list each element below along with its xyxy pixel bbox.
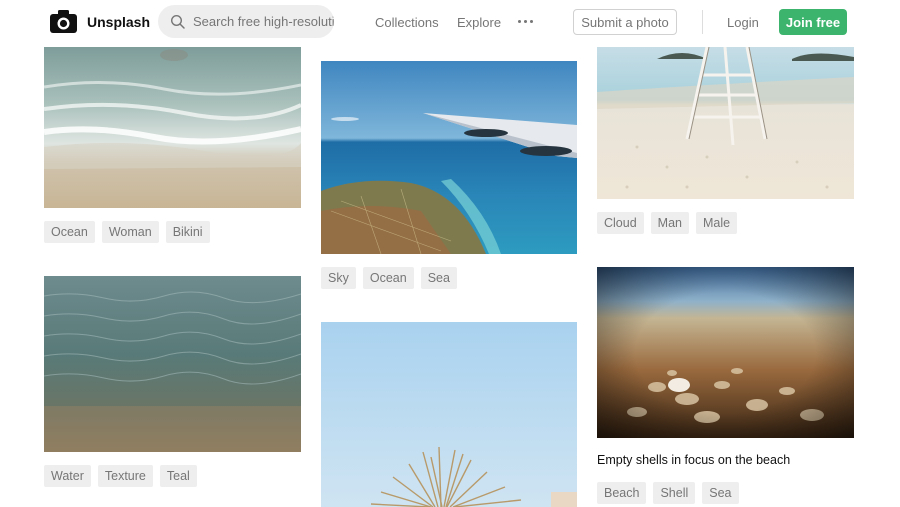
search-bar[interactable] — [158, 5, 334, 38]
photo-beach-shells[interactable] — [597, 267, 854, 438]
top-navigation: Unsplash Collections Explore Submit a ph… — [0, 0, 900, 44]
tags-water: Water Texture Teal — [44, 465, 197, 487]
search-input[interactable] — [193, 5, 334, 38]
water-texture-image — [44, 276, 301, 452]
photo-palm-sky[interactable] — [321, 322, 577, 507]
tag-woman[interactable]: Woman — [101, 221, 159, 243]
tags-shoreline: Ocean Woman Bikini — [44, 221, 210, 243]
tag-texture[interactable]: Texture — [97, 465, 153, 487]
photo-water-texture[interactable] — [44, 276, 301, 452]
join-free-button[interactable]: Join free — [779, 9, 847, 35]
unsplash-camera-logo-icon[interactable] — [50, 10, 77, 33]
photo-lifeguard-beach[interactable] — [597, 47, 854, 199]
airplane-wing-image — [321, 61, 577, 254]
nav-explore[interactable]: Explore — [457, 15, 501, 30]
more-menu-icon[interactable] — [518, 14, 536, 28]
tags-shells: Beach Shell Sea — [597, 482, 739, 504]
ocean-shoreline-image — [44, 47, 301, 208]
photo-caption-shells: Empty shells in focus on the beach — [597, 453, 791, 467]
nav-collections[interactable]: Collections — [375, 15, 439, 30]
tags-wing: Sky Ocean Sea — [321, 267, 457, 289]
palm-sky-image — [321, 322, 577, 507]
tag-beach[interactable]: Beach — [597, 482, 647, 504]
tag-sea[interactable]: Sea — [702, 482, 739, 504]
lifeguard-beach-image — [597, 47, 854, 199]
tags-lifeguard: Cloud Man Male — [597, 212, 738, 234]
tag-water[interactable]: Water — [44, 465, 91, 487]
tag-shell[interactable]: Shell — [653, 482, 696, 504]
beach-shells-image — [597, 267, 854, 438]
tag-cloud[interactable]: Cloud — [597, 212, 644, 234]
photo-airplane-wing[interactable] — [321, 61, 577, 254]
tag-sky[interactable]: Sky — [321, 267, 356, 289]
brand-name[interactable]: Unsplash — [87, 14, 150, 30]
photo-ocean-shoreline[interactable] — [44, 47, 301, 208]
tag-ocean[interactable]: Ocean — [44, 221, 95, 243]
tag-sea[interactable]: Sea — [420, 267, 457, 289]
tag-bikini[interactable]: Bikini — [165, 221, 210, 243]
submit-photo-button[interactable]: Submit a photo — [573, 9, 677, 35]
header-divider — [702, 10, 703, 34]
tag-man[interactable]: Man — [650, 212, 689, 234]
tag-teal[interactable]: Teal — [159, 465, 197, 487]
login-link[interactable]: Login — [727, 15, 759, 30]
search-icon — [170, 14, 185, 29]
tag-ocean[interactable]: Ocean — [362, 267, 414, 289]
tag-male[interactable]: Male — [696, 212, 738, 234]
